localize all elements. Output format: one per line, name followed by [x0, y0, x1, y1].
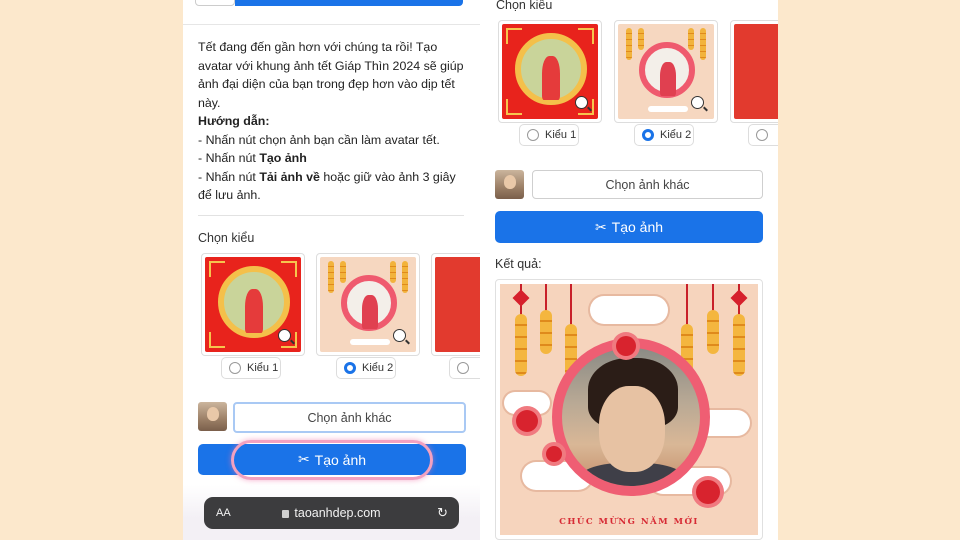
right-phone-screen: Chọn kiểu Kiểu 1 Kiểu 2 Chọn ảnh khác ✂ … — [480, 0, 778, 540]
frame-greeting-text: CHÚC MỪNG NĂM MỚI — [559, 517, 699, 527]
style-card-1[interactable] — [498, 20, 602, 123]
selected-photo-thumbnail — [198, 402, 227, 431]
intro-paragraph: Tết đang đến gần hơn với chúng ta rồi! T… — [198, 40, 464, 110]
style-card-3[interactable] — [730, 20, 778, 123]
radio-icon — [527, 129, 539, 141]
browser-url-bar[interactable]: AA taoanhdep.com ↻ — [204, 497, 459, 529]
style-1-option[interactable]: Kiểu 1 — [519, 124, 579, 146]
section-divider — [198, 215, 464, 216]
url-host[interactable]: taoanhdep.com — [204, 506, 459, 520]
radio-icon — [756, 129, 768, 141]
style-2-preview — [320, 257, 416, 352]
divider — [183, 24, 480, 25]
create-image-button[interactable]: ✂ Tạo ảnh — [495, 211, 763, 243]
choose-other-photo-button[interactable]: Chọn ảnh khác — [532, 170, 763, 199]
guide-title: Hướng dẫn: — [198, 114, 270, 128]
tap-highlight — [231, 440, 433, 480]
choose-style-label: Chọn kiểu — [496, 0, 553, 12]
style-2-preview — [618, 24, 714, 119]
choose-style-label: Chọn kiểu — [198, 231, 255, 245]
zoom-icon[interactable] — [575, 96, 588, 109]
reload-icon[interactable]: ↻ — [437, 505, 448, 521]
create-image-label: Tạo ảnh — [611, 219, 664, 235]
guide-step-3: - Nhấn nút Tải ảnh về hoặc giữ vào ảnh 3… — [198, 169, 456, 203]
top-input-strip — [195, 0, 463, 6]
intro-text: Tết đang đến gần hơn với chúng ta rồi! T… — [198, 38, 468, 205]
top-blue-button[interactable] — [235, 0, 463, 6]
style-3-option[interactable] — [748, 124, 778, 146]
style-1-preview — [502, 24, 598, 119]
scissors-icon: ✂ — [594, 218, 607, 235]
result-image: CHÚC MỪNG NĂM MỚI — [500, 284, 758, 535]
style-2-label: Kiểu 2 — [660, 129, 692, 141]
style-2-label: Kiểu 2 — [362, 362, 394, 374]
style-3-option[interactable] — [449, 357, 480, 379]
choose-other-photo-button[interactable]: Chọn ảnh khác — [233, 402, 466, 433]
zoom-icon[interactable] — [691, 96, 704, 109]
radio-selected-icon — [642, 129, 654, 141]
guide-step-2: - Nhấn nút Tạo ảnh — [198, 151, 307, 165]
style-1-label: Kiểu 1 — [545, 129, 577, 141]
style-card-2[interactable] — [614, 20, 718, 123]
style-card-3[interactable] — [431, 253, 480, 356]
result-image-card[interactable]: CHÚC MỪNG NĂM MỚI — [495, 279, 763, 540]
style-1-label: Kiểu 1 — [247, 362, 279, 374]
top-input-pill[interactable] — [195, 0, 235, 6]
style-2-option[interactable]: Kiểu 2 — [634, 124, 694, 146]
guide-step-1: - Nhấn nút chọn ảnh bạn cần làm avatar t… — [198, 132, 440, 147]
left-phone-screen: Tết đang đến gần hơn với chúng ta rồi! T… — [183, 0, 480, 540]
result-portrait — [552, 338, 710, 496]
result-label: Kết quả: — [495, 257, 542, 271]
zoom-icon[interactable] — [278, 329, 291, 342]
radio-selected-icon — [344, 362, 356, 374]
style-card-1[interactable] — [201, 253, 305, 356]
radio-icon — [457, 362, 469, 374]
style-3-preview — [435, 257, 480, 352]
style-1-preview — [205, 257, 301, 352]
selected-photo-thumbnail — [495, 170, 524, 199]
lock-icon — [282, 510, 290, 518]
style-2-option[interactable]: Kiểu 2 — [336, 357, 396, 379]
zoom-icon[interactable] — [393, 329, 406, 342]
style-1-option[interactable]: Kiểu 1 — [221, 357, 281, 379]
style-card-2[interactable] — [316, 253, 420, 356]
radio-icon — [229, 362, 241, 374]
style-3-preview — [734, 24, 778, 119]
